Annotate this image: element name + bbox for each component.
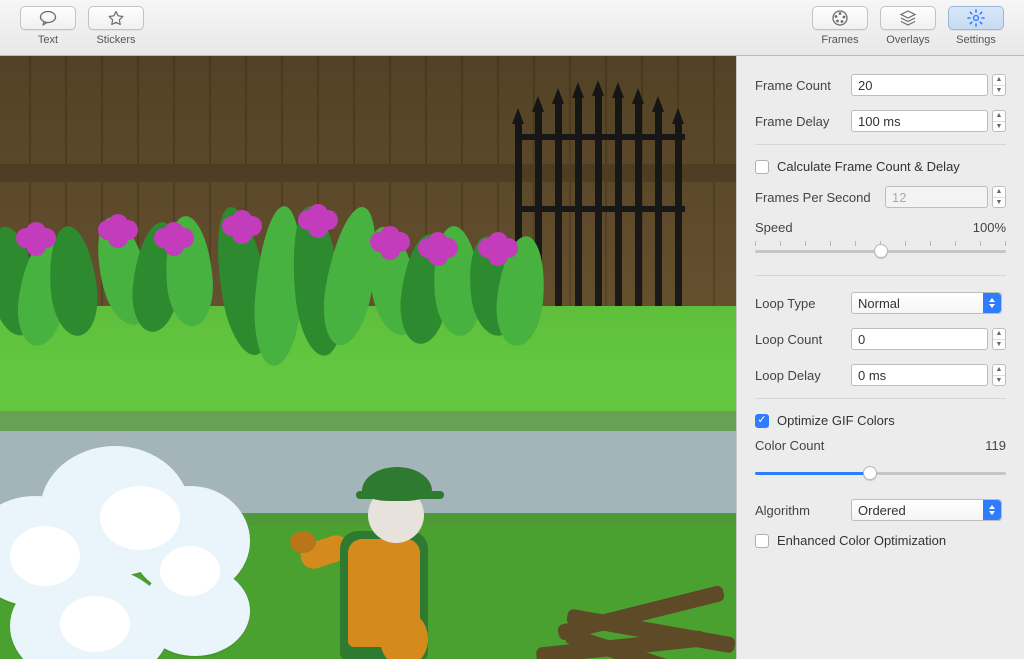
main: Frame Count 20 ▲ ▼ Frame Delay 100 ms ▲ … xyxy=(0,56,1024,659)
speed-value: 100% xyxy=(973,220,1006,235)
preview-canvas xyxy=(0,56,736,659)
speed-label: Speed xyxy=(755,220,793,235)
chevron-up-icon[interactable]: ▲ xyxy=(993,329,1005,340)
loop-type-label: Loop Type xyxy=(755,296,851,311)
toolbar-item-text[interactable]: Text xyxy=(20,6,76,46)
color-count-slider[interactable] xyxy=(755,463,1006,483)
calculate-checkbox[interactable] xyxy=(755,160,769,174)
settings-label: Settings xyxy=(956,34,996,46)
gardener-illustration xyxy=(270,461,490,659)
chevron-down-icon[interactable]: ▼ xyxy=(993,376,1005,386)
fps-label: Frames Per Second xyxy=(755,190,885,205)
toolbar-item-stickers[interactable]: Stickers xyxy=(88,6,144,46)
stickers-button[interactable] xyxy=(88,6,144,30)
enhanced-checkbox[interactable] xyxy=(755,534,769,548)
gear-icon xyxy=(967,9,985,27)
frame-delay-field[interactable]: 100 ms xyxy=(851,110,988,132)
chevron-up-icon: ▲ xyxy=(993,187,1005,198)
text-button[interactable] xyxy=(20,6,76,30)
speech-icon xyxy=(39,10,57,26)
settings-panel: Frame Count 20 ▲ ▼ Frame Delay 100 ms ▲ … xyxy=(736,56,1024,659)
algorithm-dropdown[interactable]: Ordered xyxy=(851,499,1002,521)
frame-count-field[interactable]: 20 xyxy=(851,74,988,96)
chevron-up-icon[interactable]: ▲ xyxy=(993,75,1005,86)
loop-delay-field[interactable]: 0 ms xyxy=(851,364,988,386)
overlays-button[interactable] xyxy=(880,6,936,30)
frame-count-label: Frame Count xyxy=(755,78,851,93)
reel-icon xyxy=(831,9,849,27)
star-icon xyxy=(107,10,125,26)
frame-delay-stepper[interactable]: ▲ ▼ xyxy=(992,110,1006,132)
updown-arrows-icon xyxy=(983,293,1001,313)
chevron-down-icon[interactable]: ▼ xyxy=(993,340,1005,350)
layers-icon xyxy=(899,9,917,27)
chevron-down-icon[interactable]: ▼ xyxy=(993,122,1005,132)
frame-delay-label: Frame Delay xyxy=(755,114,851,129)
settings-button[interactable] xyxy=(948,6,1004,30)
frames-label: Frames xyxy=(821,34,858,46)
toolbar-item-frames[interactable]: Frames xyxy=(812,6,868,46)
frames-button[interactable] xyxy=(812,6,868,30)
updown-arrows-icon xyxy=(983,500,1001,520)
text-label: Text xyxy=(38,34,58,46)
loop-delay-stepper[interactable]: ▲ ▼ xyxy=(992,364,1006,386)
optimize-checkbox[interactable] xyxy=(755,414,769,428)
optimize-checkbox-label: Optimize GIF Colors xyxy=(777,413,895,428)
color-count-label: Color Count xyxy=(755,438,824,453)
calculate-checkbox-label: Calculate Frame Count & Delay xyxy=(777,159,960,174)
enhanced-checkbox-label: Enhanced Color Optimization xyxy=(777,533,946,548)
loop-type-value: Normal xyxy=(858,296,900,311)
toolbar: Text Stickers Frames Overlays xyxy=(0,0,1024,56)
toolbar-item-settings[interactable]: Settings xyxy=(948,6,1004,46)
chevron-down-icon[interactable]: ▼ xyxy=(993,86,1005,96)
chevron-up-icon[interactable]: ▲ xyxy=(993,365,1005,376)
fps-field: 12 xyxy=(885,186,988,208)
overlays-label: Overlays xyxy=(886,34,929,46)
algorithm-label: Algorithm xyxy=(755,503,851,518)
frame-count-stepper[interactable]: ▲ ▼ xyxy=(992,74,1006,96)
chevron-down-icon: ▼ xyxy=(993,198,1005,208)
algorithm-value: Ordered xyxy=(858,503,906,518)
loop-count-field[interactable]: 0 xyxy=(851,328,988,350)
color-count-value: 119 xyxy=(985,438,1006,453)
fps-stepper: ▲ ▼ xyxy=(992,186,1006,208)
loop-count-stepper[interactable]: ▲ ▼ xyxy=(992,328,1006,350)
speed-slider[interactable] xyxy=(755,241,1006,261)
chevron-up-icon[interactable]: ▲ xyxy=(993,111,1005,122)
stickers-label: Stickers xyxy=(96,34,135,46)
loop-type-dropdown[interactable]: Normal xyxy=(851,292,1002,314)
toolbar-item-overlays[interactable]: Overlays xyxy=(880,6,936,46)
loop-count-label: Loop Count xyxy=(755,332,851,347)
loop-delay-label: Loop Delay xyxy=(755,368,851,383)
